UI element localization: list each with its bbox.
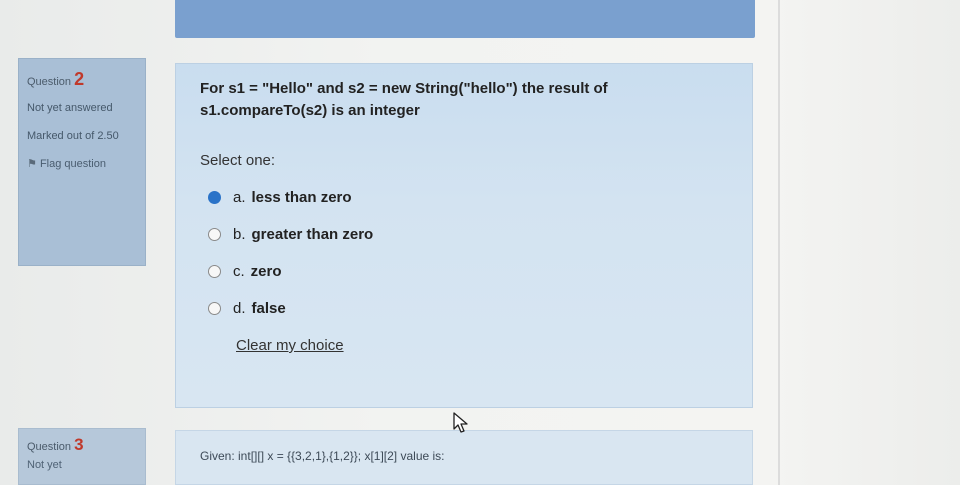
- question-text: For s1 = "Hello" and s2 = new String("he…: [200, 80, 608, 119]
- page-divider: [778, 0, 780, 485]
- radio-button-b[interactable]: [208, 228, 221, 241]
- question-number-line: Question 2: [27, 69, 137, 90]
- question-3-content-panel: Given: int[][] x = {{3,2,1},{1,2}}; x[1]…: [175, 430, 753, 485]
- question-number: 2: [74, 69, 85, 89]
- answer-letter: a.: [233, 189, 246, 206]
- select-one-prompt: Select one:: [200, 152, 276, 169]
- question-3-info-panel: Question 3 Not yet: [18, 428, 146, 485]
- answer-text: false: [251, 300, 286, 317]
- radio-button-c[interactable]: [208, 265, 221, 278]
- answer-list: a. less than zero b. greater than zero c…: [200, 179, 728, 327]
- answer-option-b[interactable]: b. greater than zero: [208, 216, 728, 253]
- question-grade: Marked out of 2.50: [27, 130, 119, 142]
- question-info-panel: Question 2 Not yet answered Marked out o…: [18, 58, 146, 266]
- answer-option-a[interactable]: a. less than zero: [208, 179, 728, 216]
- quiz-page: Question 2 Not yet answered Marked out o…: [0, 0, 960, 485]
- answer-letter: c.: [233, 263, 245, 280]
- answer-letter: b.: [233, 226, 246, 243]
- question-3-number: 3: [74, 435, 84, 454]
- flag-icon: ⚑: [27, 158, 37, 170]
- answer-text: greater than zero: [251, 226, 374, 243]
- question-content-panel: For s1 = "Hello" and s2 = new String("he…: [175, 63, 753, 408]
- question-3-text: Given: int[][] x = {{3,2,1},{1,2}}; x[1]…: [200, 449, 445, 463]
- question-label: Question: [27, 76, 72, 88]
- radio-button-a[interactable]: [208, 191, 221, 204]
- answer-option-c[interactable]: c. zero: [208, 253, 728, 290]
- flag-question-label: Flag question: [39, 158, 106, 170]
- question-state: Not yet answered: [27, 102, 113, 114]
- question-3-state: Not yet: [27, 459, 62, 471]
- answer-text: less than zero: [251, 189, 352, 206]
- answer-text: zero: [250, 263, 282, 280]
- clear-choice-link[interactable]: Clear my choice: [236, 337, 728, 354]
- flag-question-link[interactable]: ⚑ Flag question: [27, 156, 137, 172]
- answer-option-d[interactable]: d. false: [208, 290, 728, 327]
- answer-letter: d.: [233, 300, 246, 317]
- previous-question-box: [175, 0, 755, 38]
- radio-button-d[interactable]: [208, 302, 221, 315]
- mouse-cursor-icon: [453, 412, 468, 433]
- question-3-label: Question: [27, 441, 72, 453]
